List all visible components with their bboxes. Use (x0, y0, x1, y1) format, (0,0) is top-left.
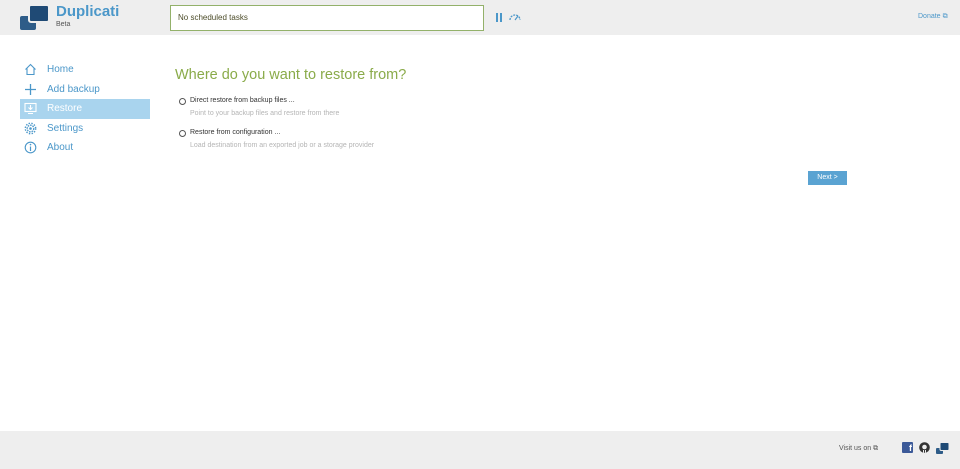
donate-label: Donate (918, 13, 941, 20)
option-label[interactable]: Direct restore from backup files ... (190, 97, 295, 104)
option-hint: Point to your backup files and restore f… (190, 110, 340, 117)
throttle-icon[interactable] (508, 11, 522, 23)
donate-link[interactable]: Donate ⧉ (918, 13, 948, 21)
info-icon (24, 141, 37, 154)
app-title[interactable]: Duplicati (56, 3, 119, 20)
radio-button[interactable] (179, 130, 186, 137)
gear-icon (24, 122, 37, 134)
external-link-icon: ⧉ (942, 13, 948, 20)
option-restore-config[interactable]: Restore from configuration ... Load dest… (179, 129, 429, 151)
home-icon (25, 63, 36, 76)
header-bar: Duplicati Beta No scheduled tasks Donate… (0, 0, 960, 35)
sidebar-item-add-backup[interactable]: Add backup (20, 80, 150, 100)
sidebar-item-restore[interactable]: Restore (20, 99, 150, 119)
sidebar-item-settings[interactable]: Settings (20, 119, 150, 139)
sidebar-item-home[interactable]: Home (20, 60, 150, 80)
restore-icon (24, 102, 37, 115)
next-button[interactable]: Next > (808, 171, 847, 185)
sidebar-item-label: Settings (47, 122, 84, 134)
radio-button[interactable] (179, 98, 186, 105)
pause-icon[interactable] (496, 13, 503, 22)
logo-icon[interactable] (20, 3, 50, 31)
edition-label: Beta (56, 21, 71, 28)
visit-us: Visit us on ⧉ (839, 445, 878, 453)
duplicati-icon[interactable] (936, 442, 949, 454)
status-box: No scheduled tasks (170, 5, 484, 31)
sidebar-item-label: Restore (47, 103, 83, 114)
visit-label: Visit us on (839, 445, 872, 452)
sidebar-item-label: Add backup (47, 83, 100, 95)
sidebar-item-about[interactable]: About (20, 138, 150, 158)
external-link-icon: ⧉ (873, 445, 879, 452)
footer-bar: Visit us on ⧉ f (0, 431, 960, 469)
plus-icon (25, 83, 36, 95)
page-title: Where do you want to restore from? (175, 67, 407, 83)
sidebar-item-label: About (47, 142, 74, 153)
option-label[interactable]: Restore from configuration ... (190, 129, 280, 136)
github-icon[interactable] (919, 442, 930, 453)
option-hint: Load destination from an exported job or… (190, 142, 375, 149)
sidebar: Home Add backup Restore Settings About (20, 60, 150, 158)
option-direct-restore[interactable]: Direct restore from backup files ... Poi… (179, 97, 429, 119)
facebook-icon[interactable]: f (902, 442, 913, 453)
status-text: No scheduled tasks (178, 13, 248, 22)
sidebar-item-label: Home (47, 64, 74, 75)
